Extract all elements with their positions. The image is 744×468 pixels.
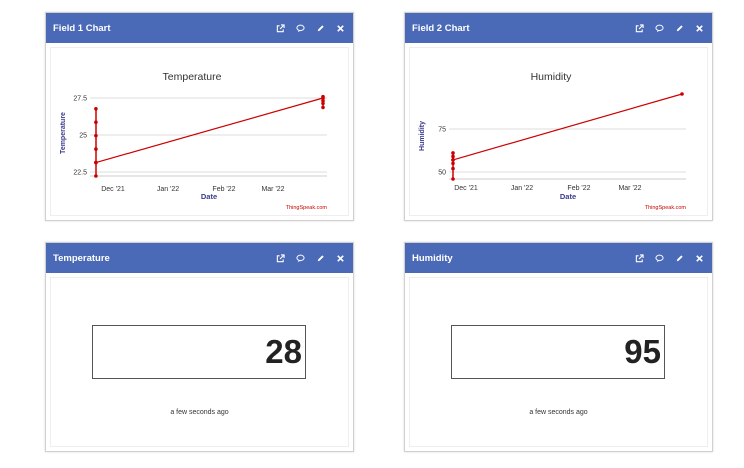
- comment-icon[interactable]: [653, 22, 665, 34]
- pencil-icon[interactable]: [314, 22, 326, 34]
- x-tick-label: Feb '22: [567, 185, 590, 192]
- data-point: [451, 161, 455, 166]
- pencil-icon[interactable]: [314, 252, 326, 264]
- numeric-value: 95: [451, 325, 665, 379]
- close-icon[interactable]: [334, 22, 346, 34]
- y-axis-label: Temperature: [60, 112, 67, 154]
- close-icon[interactable]: [693, 252, 705, 264]
- x-tick-label: Jan '22: [157, 186, 179, 193]
- numeric-value: 28: [92, 325, 306, 379]
- data-point: [94, 106, 98, 111]
- data-point: [451, 151, 455, 155]
- data-point: [94, 133, 98, 138]
- chart-widget: Field 2 Chart Humidity 75 50 Dec '21 Jan '22…: [404, 12, 713, 221]
- last-updated-text: a few seconds ago: [529, 409, 588, 416]
- x-tick-label: Dec '21: [454, 185, 478, 192]
- widget-header: Humidity: [405, 243, 712, 273]
- y-tick-label: 25: [79, 133, 87, 140]
- widget-title: Temperature: [53, 252, 110, 264]
- data-point: [451, 166, 455, 171]
- chart-widget: Field 1 Chart Temperature 27.5 25 22.5 Dec '…: [45, 12, 354, 221]
- close-icon[interactable]: [334, 252, 346, 264]
- data-point: [94, 160, 98, 165]
- x-tick-label: Jan '22: [511, 185, 533, 192]
- x-axis-label: Date: [201, 192, 217, 201]
- comment-icon[interactable]: [653, 252, 665, 264]
- widget-title: Field 2 Chart: [412, 22, 470, 34]
- numeric-display-widget: Temperature 28 a few seconds ago: [45, 242, 354, 452]
- y-tick-label: 22.5: [73, 170, 87, 177]
- y-tick-label: 27.5: [73, 96, 87, 103]
- external-link-icon[interactable]: [633, 252, 645, 264]
- external-link-icon[interactable]: [633, 22, 645, 34]
- chart-title: Humidity: [531, 71, 573, 83]
- external-link-icon[interactable]: [274, 252, 286, 264]
- widget-title: Humidity: [412, 252, 453, 264]
- x-tick-label: Mar '22: [261, 186, 284, 193]
- x-tick-label: Dec '21: [101, 186, 125, 193]
- data-point: [321, 105, 325, 110]
- x-axis-label: Date: [560, 192, 576, 201]
- data-point: [451, 154, 455, 159]
- data-point: [94, 120, 98, 125]
- external-link-icon[interactable]: [274, 22, 286, 34]
- data-point: [680, 92, 684, 96]
- pencil-icon[interactable]: [673, 22, 685, 34]
- data-point: [321, 101, 325, 106]
- widget-header: Field 2 Chart: [405, 13, 712, 43]
- widget-header: Field 1 Chart: [46, 13, 353, 43]
- comment-icon[interactable]: [294, 22, 306, 34]
- credit-link: ThingSpeak.com: [286, 205, 328, 211]
- line-chart: Humidity 75 50 Dec '21 Jan '22 Feb '22 Mar '22…: [419, 71, 687, 211]
- data-point: [94, 147, 98, 151]
- widget-title: Field 1 Chart: [53, 22, 111, 34]
- data-point: [321, 94, 325, 99]
- last-updated-text: a few seconds ago: [170, 409, 229, 416]
- comment-icon[interactable]: [294, 252, 306, 264]
- line-chart: Temperature27.52522.5Dec '21 Jan '22 Feb '…: [60, 71, 328, 211]
- y-axis-label: Humidity: [419, 121, 426, 151]
- chart-title: Temperature: [163, 71, 222, 83]
- close-icon[interactable]: [693, 22, 705, 34]
- data-point: [451, 177, 455, 181]
- series-line: [452, 93, 683, 161]
- pencil-icon[interactable]: [673, 252, 685, 264]
- widget-header: Temperature: [46, 243, 353, 273]
- y-tick-label: 75: [438, 127, 446, 134]
- data-point: [94, 174, 98, 178]
- x-tick-label: Mar '22: [618, 185, 641, 192]
- credit-link: ThingSpeak.com: [645, 205, 687, 211]
- data-point: [451, 158, 455, 162]
- numeric-display-widget: Humidity 95 a few seconds ago: [404, 242, 713, 452]
- y-tick-label: 50: [438, 170, 446, 177]
- series-line: [95, 97, 324, 164]
